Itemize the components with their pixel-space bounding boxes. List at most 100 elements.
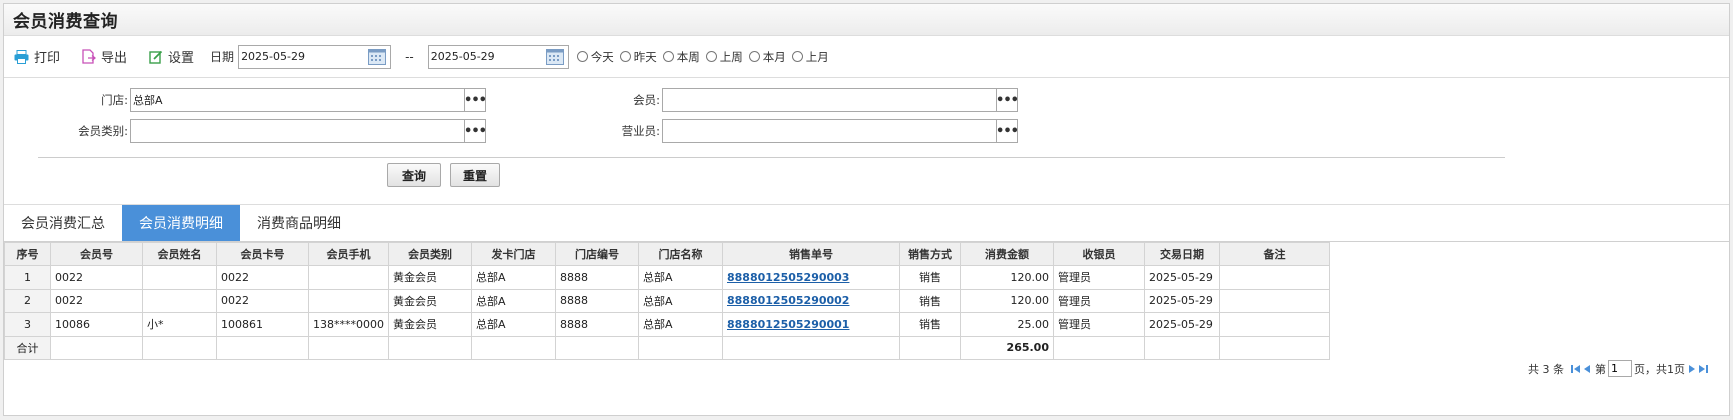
cell-index: 2 [4,288,51,313]
cell-member-type: 黄金会员 [388,288,472,313]
radio-yesterday[interactable]: 昨天 [619,49,657,65]
col-header[interactable]: 门店名称 [638,242,723,266]
clerk-label: 营业员: [621,124,660,138]
total-amount: 265.00 [960,335,1054,360]
toolbar: 打印 导出 设置 日期 -- 今天 昨天 本周 上周 本月 上月 [4,36,1729,78]
radio-last-month[interactable]: 上月 [791,49,829,65]
last-page-icon[interactable] [1698,364,1708,374]
cell-index: 1 [4,265,51,290]
sale-no-link[interactable]: 8888012505290001 [727,318,849,331]
settings-button[interactable]: 设置 [149,47,194,66]
col-header[interactable]: 消费金额 [960,242,1054,266]
cell-index: 3 [4,312,51,337]
prev-page-icon[interactable] [1583,364,1591,374]
page-prefix: 第 [1595,362,1606,376]
store-picker-button[interactable]: ••• [464,89,487,111]
tab-product-detail[interactable]: 消费商品明细 [240,205,358,241]
table-row[interactable]: 1 0022 0022 黄金会员 总部A 8888 总部A 8888012505… [4,265,1330,290]
date-from-field[interactable] [238,44,392,69]
cell-card-no: 0022 [216,265,309,290]
page-number-input[interactable] [1608,360,1632,377]
print-label: 打印 [34,51,61,66]
reset-button[interactable]: 重置 [450,163,500,187]
tab-consumption-detail[interactable]: 会员消费明细 [122,205,240,241]
cell-cashier: 管理员 [1053,312,1145,337]
cell-member-name: 小* [142,312,217,337]
col-header[interactable]: 会员类别 [388,242,472,266]
clerk-row: 营业员: ••• [594,119,1019,143]
date-to-input[interactable] [428,45,549,68]
quick-date-group: 今天 昨天 本周 上周 本月 上月 [576,49,835,65]
query-button[interactable]: 查询 [387,163,441,187]
member-field[interactable]: ••• [662,88,1019,112]
export-label: 导出 [101,51,128,66]
store-field[interactable]: ••• [130,88,487,112]
radio-this-week[interactable]: 本周 [662,49,700,65]
cell-cashier: 管理员 [1053,288,1145,313]
cell-store-code: 8888 [555,265,639,290]
col-header[interactable]: 发卡门店 [471,242,556,266]
col-header[interactable]: 门店编号 [555,242,639,266]
table-row[interactable]: 3 10086 小* 100861 138****0000 黄金会员 总部A 8… [4,312,1330,337]
cell-date: 2025-05-29 [1144,288,1220,313]
radio-today[interactable]: 今天 [576,49,614,65]
sale-no-link[interactable]: 8888012505290002 [727,294,849,307]
cell-member-type: 黄金会员 [388,312,472,337]
clerk-input[interactable] [663,120,996,142]
member-input[interactable] [663,89,996,111]
cell-sale-no: 8888012505290002 [722,288,900,313]
cell-sale-type: 销售 [899,312,961,337]
cell-card-no: 100861 [216,312,309,337]
cell-store-name: 总部A [638,265,723,290]
next-page-icon[interactable] [1688,364,1696,374]
table-row[interactable]: 2 0022 0022 黄金会员 总部A 8888 总部A 8888012505… [4,288,1330,313]
export-icon [82,49,97,64]
cell-card-no: 0022 [216,288,309,313]
export-button[interactable]: 导出 [82,47,127,66]
col-header[interactable]: 收银员 [1053,242,1145,266]
col-header[interactable]: 会员手机 [308,242,389,266]
radio-last-week[interactable]: 上周 [705,49,743,65]
pager-total: 共 3 条 [1528,362,1564,376]
cell-phone [308,288,389,313]
pager: 共 3 条 第 页，共1页 [1528,360,1709,377]
col-header[interactable]: 会员卡号 [216,242,309,266]
col-header[interactable]: 会员姓名 [142,242,217,266]
cell-amount: 120.00 [960,288,1054,313]
col-header[interactable]: 交易日期 [1144,242,1220,266]
col-header[interactable]: 销售方式 [899,242,961,266]
sale-no-link[interactable]: 8888012505290003 [727,271,849,284]
col-header[interactable]: 序号 [4,242,51,266]
date-to-field[interactable] [427,44,569,69]
store-input[interactable] [131,89,464,111]
member-type-picker-button[interactable]: ••• [464,120,487,142]
clerk-field[interactable]: ••• [662,119,1019,143]
col-header[interactable]: 销售单号 [722,242,900,266]
cell-store-code: 8888 [555,288,639,313]
tab-consumption-summary[interactable]: 会员消费汇总 [4,205,122,241]
member-label: 会员: [633,93,660,107]
cell-phone: 138****0000 [308,312,389,337]
member-picker-button[interactable]: ••• [996,89,1019,111]
radio-this-month[interactable]: 本月 [748,49,786,65]
page-title: 会员消费查询 [13,12,118,32]
cell-cashier: 管理员 [1053,265,1145,290]
date-from-input[interactable] [239,45,360,68]
detail-table: 序号 会员号 会员姓名 会员卡号 会员手机 会员类别 发卡门店 门店编号 门店名… [4,242,1330,360]
member-type-input[interactable] [131,120,464,142]
cell-amount: 120.00 [960,265,1054,290]
cell-member-no: 10086 [50,312,143,337]
first-page-icon[interactable] [1571,364,1581,374]
tab-bar: 会员消费汇总 会员消费明细 消费商品明细 [4,205,1729,242]
calendar-icon[interactable] [545,48,564,65]
cell-date: 2025-05-29 [1144,312,1220,337]
cell-date: 2025-05-29 [1144,265,1220,290]
clerk-picker-button[interactable]: ••• [996,120,1019,142]
col-header[interactable]: 备注 [1219,242,1330,266]
title-bar: 会员消费查询 [4,4,1729,36]
member-type-field[interactable]: ••• [130,119,487,143]
calendar-icon[interactable] [368,48,387,65]
table-total-row: 合计 265.00 [4,335,1330,360]
print-button[interactable]: 打印 [14,47,60,66]
col-header[interactable]: 会员号 [50,242,143,266]
